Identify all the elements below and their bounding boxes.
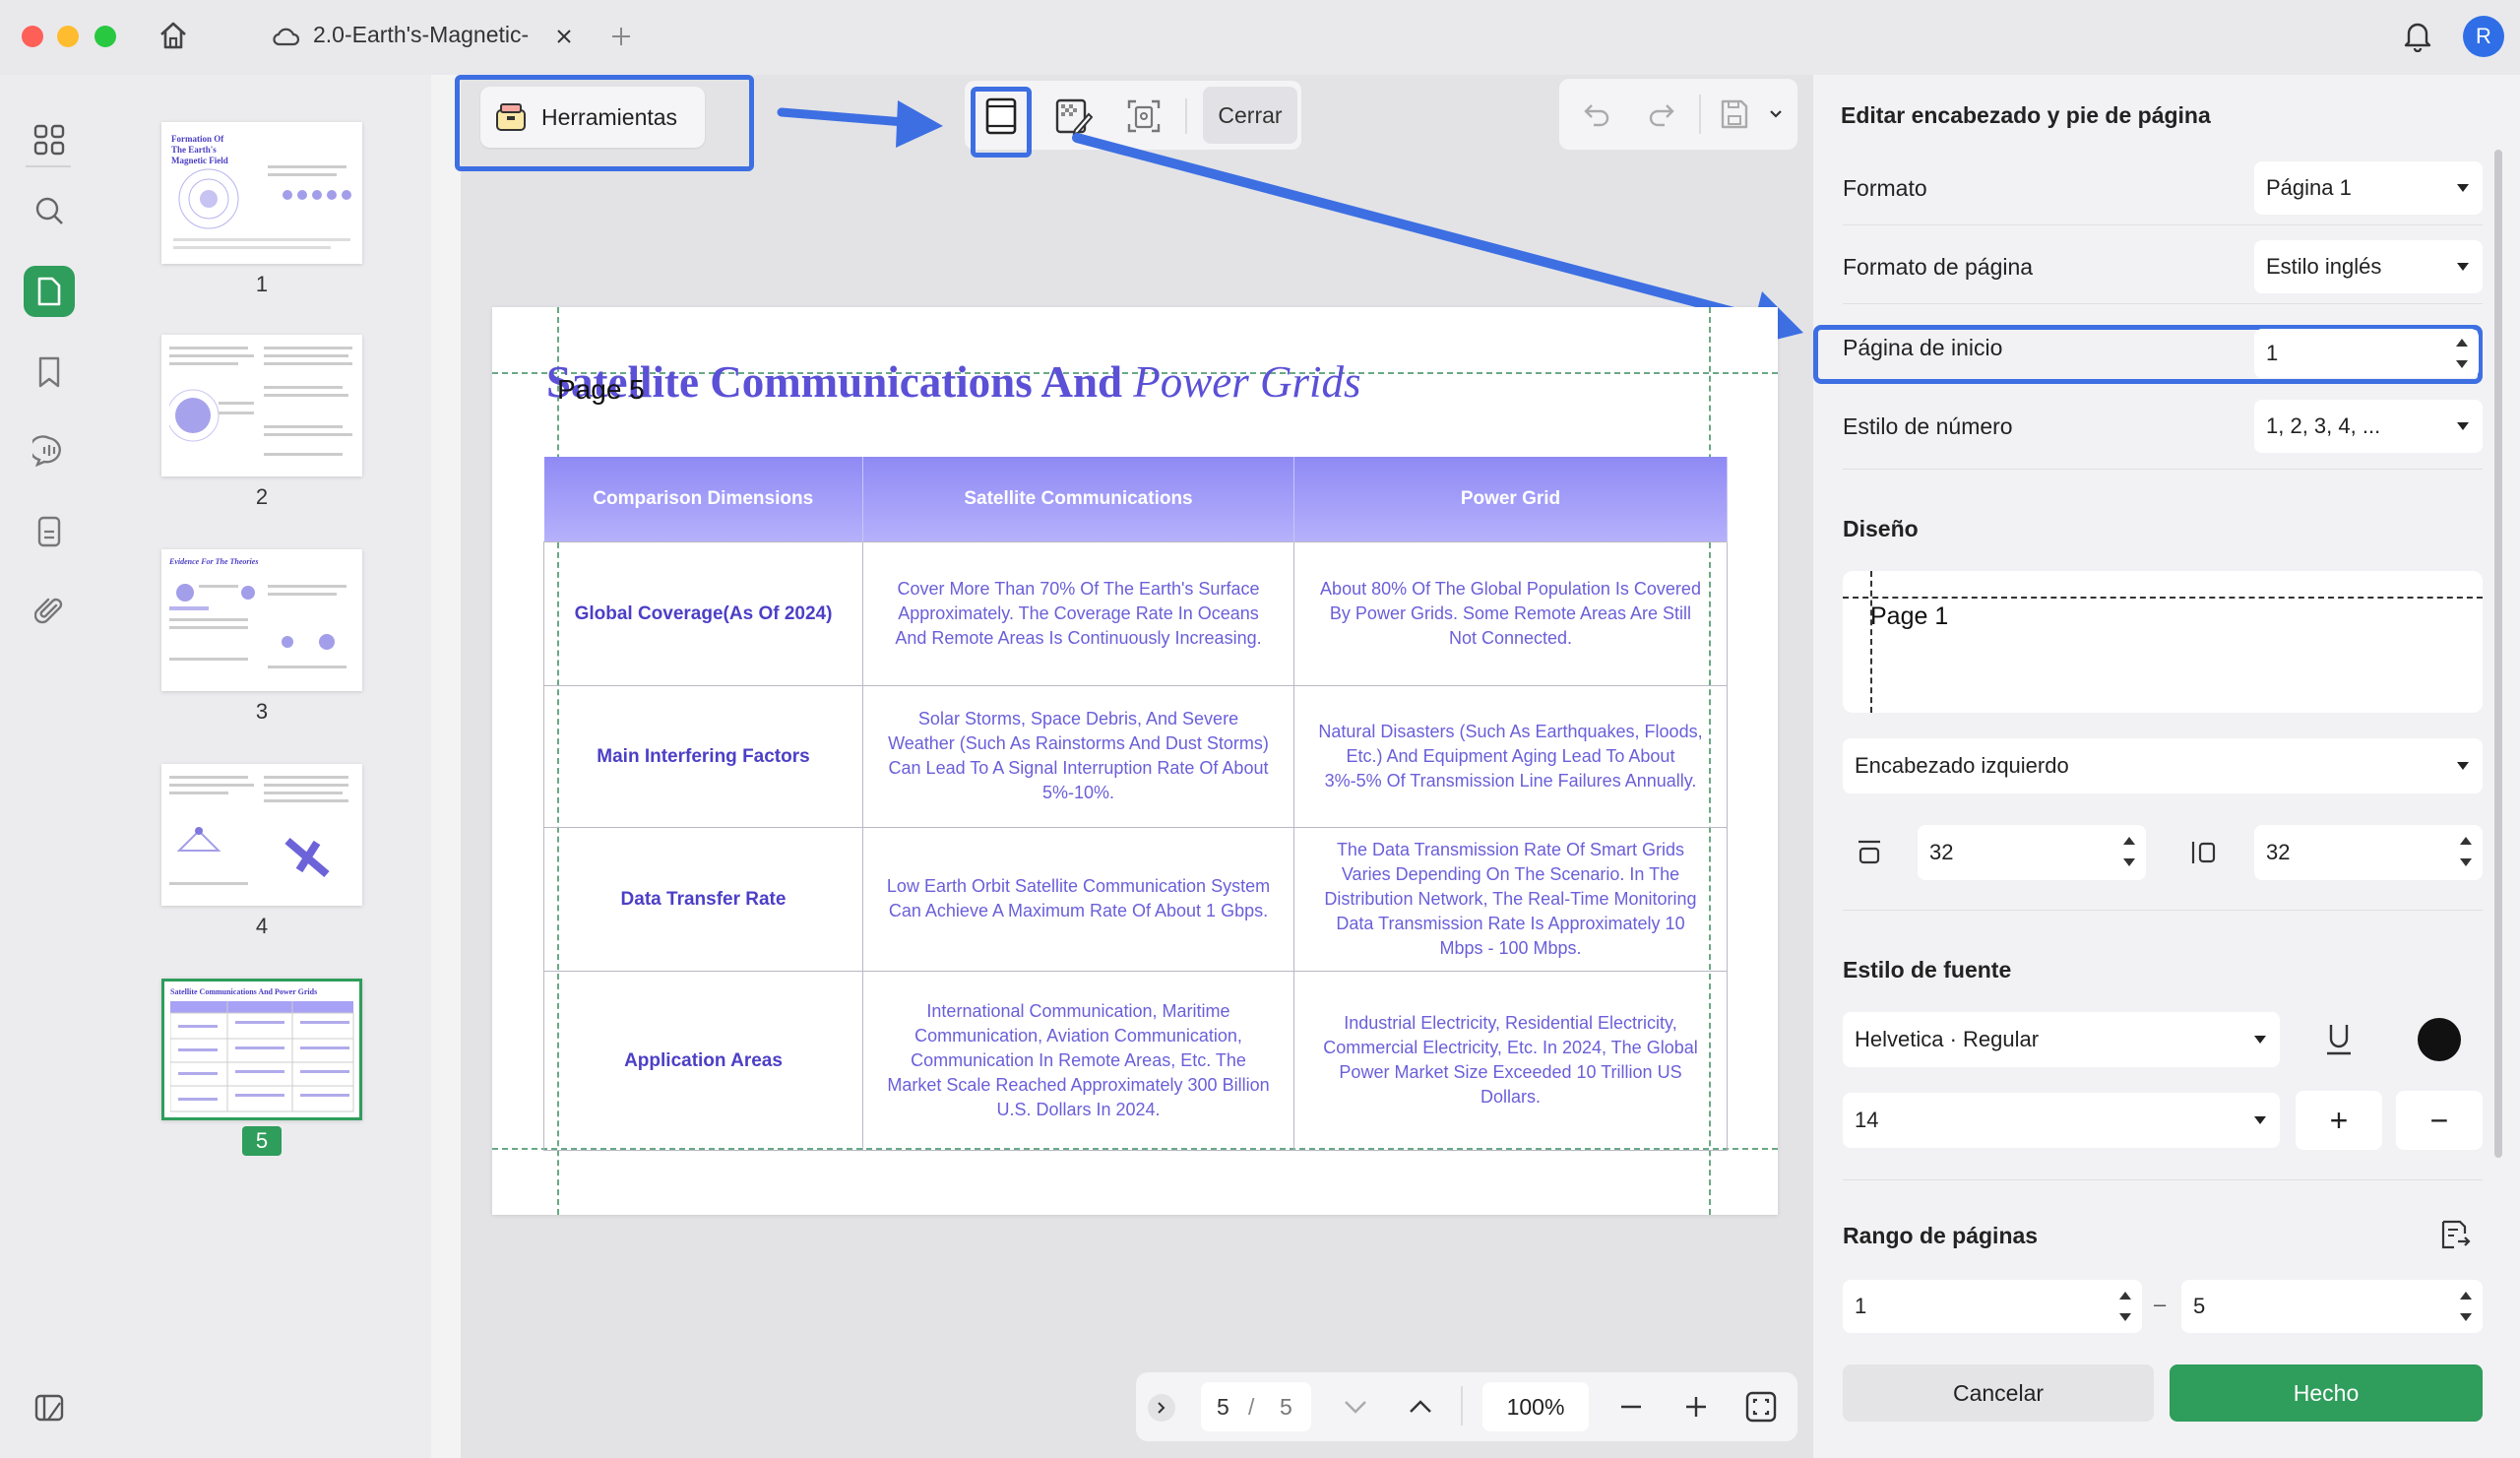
top-margin-value: 32 xyxy=(1929,840,1954,864)
format-select[interactable]: Página 1 xyxy=(2254,161,2483,215)
page-format-label: Formato de página xyxy=(1843,254,2034,280)
page-format-value: Estilo inglés xyxy=(2266,254,2382,279)
underline-icon[interactable] xyxy=(2319,1018,2359,1061)
table-row: Global Coverage(As Of 2024) Cover More T… xyxy=(543,540,1728,686)
start-page-label: Página de inicio xyxy=(1843,335,2003,360)
page-range-settings-icon[interactable] xyxy=(2435,1215,2475,1254)
page-range-label: Rango de páginas xyxy=(1843,1223,2039,1248)
next-page-chevron-icon[interactable] xyxy=(1339,1392,1372,1422)
expand-nav-chevron-icon[interactable] xyxy=(1148,1394,1175,1422)
font-color-swatch[interactable] xyxy=(2418,1018,2461,1061)
font-size-select[interactable]: 14 xyxy=(1843,1093,2280,1148)
chevron-down-icon xyxy=(2457,422,2469,430)
page-format-select[interactable]: Estilo inglés xyxy=(2254,240,2483,293)
divider xyxy=(1843,910,2483,911)
divider xyxy=(1843,469,2483,470)
position-select[interactable]: Encabezado izquierdo xyxy=(1843,738,2483,793)
panel-title: Editar encabezado y pie de página xyxy=(1841,102,2211,128)
font-family-value: Helvetica · Regular xyxy=(1855,1027,2040,1051)
table-header-row: Comparison Dimensions Satellite Communic… xyxy=(543,457,1728,541)
chevron-down-icon xyxy=(2457,263,2469,271)
position-value: Encabezado izquierdo xyxy=(1855,753,2069,778)
preview-text: Page 1 xyxy=(1870,602,1949,630)
range-from-input[interactable]: 1 xyxy=(1843,1280,2142,1333)
format-label: Formato xyxy=(1843,175,1927,201)
table-cell: Application Areas xyxy=(543,970,863,1151)
number-style-select[interactable]: 1, 2, 3, 4, ... xyxy=(2254,400,2483,453)
done-button[interactable]: Hecho xyxy=(2170,1364,2483,1422)
page-separator: / xyxy=(1248,1394,1255,1420)
range-to-input[interactable]: 5 xyxy=(2181,1280,2483,1333)
side-margin-icon xyxy=(2187,833,2221,872)
side-margin-input[interactable]: 32 xyxy=(2254,825,2483,880)
side-margin-value: 32 xyxy=(2266,840,2291,864)
stepper-icon[interactable] xyxy=(2459,1292,2473,1321)
chevron-down-icon xyxy=(2457,762,2469,770)
design-label: Diseño xyxy=(1843,516,1919,541)
document-title: Satellite Communications And Power Grids xyxy=(546,357,1361,407)
stepper-icon[interactable] xyxy=(2459,837,2473,866)
range-separator: – xyxy=(2154,1292,2167,1316)
table-cell: International Communication, Maritime Co… xyxy=(862,970,1294,1151)
format-value: Página 1 xyxy=(2266,175,2352,200)
number-style-value: 1, 2, 3, 4, ... xyxy=(2266,413,2381,438)
start-page-value: 1 xyxy=(2266,341,2279,365)
number-style-label: Estilo de número xyxy=(1843,413,2013,439)
fit-page-icon[interactable] xyxy=(1742,1388,1780,1426)
divider xyxy=(1843,1179,2483,1180)
comparison-table: Comparison Dimensions Satellite Communic… xyxy=(543,457,1728,1151)
nav-separator xyxy=(1461,1386,1463,1426)
table-cell: Cover More Than 70% Of The Earth's Surfa… xyxy=(862,540,1294,686)
total-pages: 5 xyxy=(1280,1394,1292,1420)
table-header-cell: Comparison Dimensions xyxy=(543,457,863,541)
table-cell: Solar Storms, Space Debris, And Severe W… xyxy=(862,684,1294,828)
chevron-down-icon xyxy=(2254,1116,2266,1124)
font-style-label: Estilo de fuente xyxy=(1843,957,2012,983)
table-row: Application Areas International Communic… xyxy=(543,970,1728,1151)
table-header-cell: Satellite Communications xyxy=(862,457,1294,541)
table-header-cell: Power Grid xyxy=(1293,457,1728,541)
table-cell: Data Transfer Rate xyxy=(543,826,863,972)
panel-scrollbar[interactable] xyxy=(2494,150,2502,1158)
header-preview: Page 1 xyxy=(1843,571,2483,713)
stepper-icon[interactable] xyxy=(2122,837,2136,866)
stepper-icon[interactable] xyxy=(2118,1292,2132,1321)
table-cell: The Data Transmission Rate Of Smart Grid… xyxy=(1293,826,1728,972)
range-from-value: 1 xyxy=(1855,1294,1867,1318)
previous-page-chevron-icon[interactable] xyxy=(1404,1392,1437,1422)
zoom-out-icon[interactable] xyxy=(1614,1392,1648,1422)
current-page: 5 xyxy=(1217,1394,1229,1420)
preview-margin-guide xyxy=(1870,571,1872,713)
font-family-select[interactable]: Helvetica · Regular xyxy=(1843,1012,2280,1067)
font-size-value: 14 xyxy=(1855,1108,1879,1132)
zoom-level[interactable]: 100% xyxy=(1482,1382,1589,1431)
chevron-down-icon xyxy=(2254,1036,2266,1044)
preview-header-guide xyxy=(1843,597,2483,599)
increase-size-button[interactable]: + xyxy=(2296,1091,2382,1150)
start-page-input[interactable]: 1 xyxy=(2254,329,2479,378)
table-cell: Global Coverage(As Of 2024) xyxy=(543,540,863,686)
table-cell: Industrial Electricity, Residential Elec… xyxy=(1293,970,1728,1151)
table-cell: About 80% Of The Global Population Is Co… xyxy=(1293,540,1728,686)
top-margin-input[interactable]: 32 xyxy=(1918,825,2146,880)
decrease-size-button[interactable]: − xyxy=(2396,1091,2483,1150)
header-page-number: Page 5 xyxy=(557,374,645,405)
chevron-down-icon xyxy=(2457,184,2469,192)
page-number-input[interactable]: 5 / 5 xyxy=(1201,1382,1311,1431)
table-cell: Natural Disasters (Such As Earthquakes, … xyxy=(1293,684,1728,828)
table-row: Main Interfering Factors Solar Storms, S… xyxy=(543,684,1728,828)
table-cell: Low Earth Orbit Satellite Communication … xyxy=(862,826,1294,972)
table-row: Data Transfer Rate Low Earth Orbit Satel… xyxy=(543,826,1728,972)
stepper-icon[interactable] xyxy=(2455,339,2469,368)
cancel-button[interactable]: Cancelar xyxy=(1843,1364,2154,1422)
divider xyxy=(1843,224,2483,225)
zoom-in-icon[interactable] xyxy=(1679,1392,1713,1422)
divider xyxy=(1843,303,2483,304)
top-margin-icon xyxy=(1853,833,1886,872)
table-cell: Main Interfering Factors xyxy=(543,684,863,828)
range-to-value: 5 xyxy=(2193,1294,2206,1318)
